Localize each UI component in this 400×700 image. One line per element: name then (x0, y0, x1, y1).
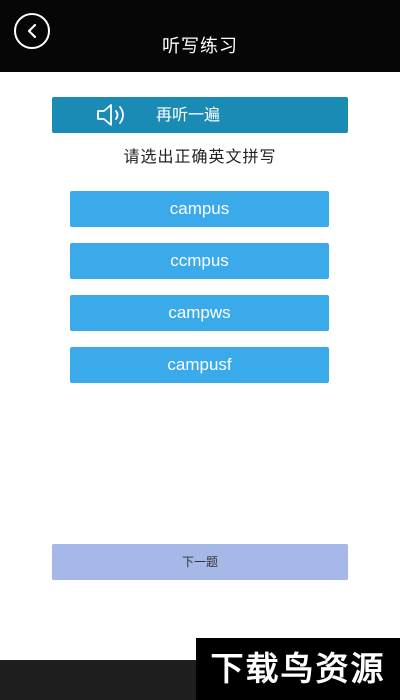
option-button[interactable]: campws (70, 295, 329, 331)
screen: 听写练习 再听一遍 请选出正确英文拼写 campus ccmpus campws… (0, 0, 400, 700)
option-button[interactable]: campusf (70, 347, 329, 383)
next-question-button[interactable]: 下一题 (52, 544, 348, 580)
replay-button[interactable]: 再听一遍 (52, 97, 348, 133)
replay-label: 再听一遍 (156, 105, 221, 124)
page-title: 听写练习 (162, 36, 238, 57)
instruction-text: 请选出正确英文拼写 (123, 147, 277, 166)
watermark-logo: 下载鸟资源 (196, 638, 400, 700)
top-bar: 听写练习 (0, 0, 400, 72)
option-button[interactable]: campus (70, 191, 329, 227)
option-button[interactable]: ccmpus (70, 243, 329, 279)
speaker-icon (97, 104, 124, 126)
